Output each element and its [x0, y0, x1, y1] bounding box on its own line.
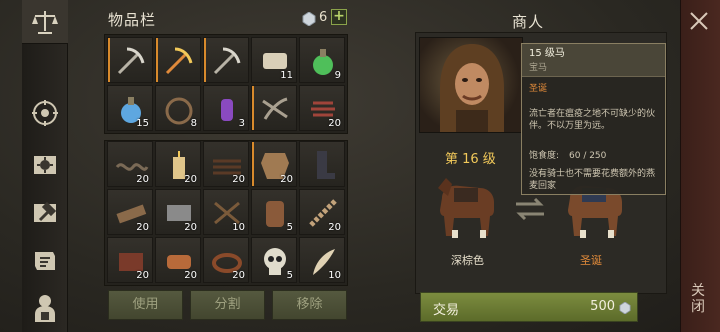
item-quantity: 20: [328, 222, 341, 233]
trade-label: 交易: [433, 303, 460, 318]
hooded-merchant-icon: [440, 44, 504, 132]
merchant-title: 商人: [512, 13, 545, 31]
item-quantity: 5: [286, 222, 293, 233]
use-button[interactable]: 使用: [108, 290, 183, 320]
item-quantity: 20: [184, 270, 197, 281]
inventory-slot[interactable]: [299, 141, 345, 187]
sidebar-item-compass[interactable]: [28, 96, 62, 130]
split-button[interactable]: 分割: [190, 290, 265, 320]
sidebar-item-skills[interactable]: [28, 148, 62, 182]
item-quantity: 11: [280, 70, 293, 81]
item-quantity: 20: [184, 174, 197, 185]
item-quantity: 10: [328, 270, 341, 281]
merchant-level: 第 16 级: [445, 152, 496, 167]
inventory-slot[interactable]: 20: [155, 237, 201, 283]
item-quantity: 20: [136, 270, 149, 281]
inventory-slot[interactable]: 20: [155, 189, 201, 235]
equipped-slot[interactable]: [251, 85, 297, 131]
inventory-slot[interactable]: 20: [251, 141, 297, 187]
horse-left-label: 深棕色: [451, 254, 484, 267]
item-quantity: 3: [238, 118, 245, 129]
compass-icon: [32, 100, 58, 126]
sidebar-item-character[interactable]: [28, 290, 62, 324]
inventory-slot[interactable]: 5: [251, 189, 297, 235]
tooltip-satiety-value: 60 / 250: [569, 151, 607, 161]
equipped-slot[interactable]: 20: [299, 85, 345, 131]
item-quantity: 20: [232, 270, 245, 281]
scroll-map-icon: [35, 252, 55, 270]
swap-arrows-icon: [516, 197, 544, 221]
equipped-slot[interactable]: 9: [299, 37, 345, 83]
equipped-grid: 11 9 15 8 3 20: [107, 37, 345, 131]
trade-button[interactable]: 交易 500: [420, 292, 638, 322]
inventory-title: 物品栏: [108, 11, 157, 29]
pickaxe-icon: [213, 47, 241, 75]
knight-icon: [35, 295, 55, 322]
item-quantity: 20: [136, 174, 149, 185]
tooltip-description: 流亡者在瘟疫之地不可缺少的伙伴。不以万里为远。: [529, 109, 656, 131]
fire-pickaxe-icon: [165, 47, 193, 75]
item-quantity: 20: [280, 174, 293, 185]
equipped-slot[interactable]: [107, 37, 153, 83]
horse-dark-brown-icon[interactable]: [428, 170, 504, 242]
inventory-slot[interactable]: 10: [299, 237, 345, 283]
close-icon[interactable]: [688, 10, 710, 32]
inventory-slot[interactable]: 5: [251, 237, 297, 283]
inventory-slot[interactable]: 20: [155, 141, 201, 187]
tooltip-category: 宝马: [529, 63, 548, 73]
tooltip-footer: 没有骑士也不需要花费额外的燕麦回家: [529, 169, 656, 191]
item-quantity: 15: [136, 118, 149, 129]
trade-price: 500: [590, 299, 615, 314]
boots-icon: [317, 151, 335, 179]
equipped-slot[interactable]: [155, 37, 201, 83]
gem-icon: [302, 12, 316, 26]
item-quantity: 20: [232, 174, 245, 185]
gem-icon: [619, 302, 631, 314]
item-quantity: 5: [286, 270, 293, 281]
item-quantity: 20: [328, 118, 341, 129]
item-quantity: 20: [136, 222, 149, 233]
crossbow-icon: [262, 97, 288, 120]
equipped-slot[interactable]: 8: [155, 85, 201, 131]
item-quantity: 10: [232, 222, 245, 233]
sidebar-item-trade[interactable]: [28, 5, 62, 39]
horse-right-label: 圣诞: [580, 254, 602, 267]
item-quantity: 9: [334, 70, 341, 81]
item-quantity: 8: [190, 118, 197, 129]
inventory-slot[interactable]: 20: [203, 141, 249, 187]
inventory-slot[interactable]: 10: [203, 189, 249, 235]
inventory-slot[interactable]: 20: [107, 237, 153, 283]
equipped-slot[interactable]: 3: [203, 85, 249, 131]
tooltip-tag: 圣诞: [529, 84, 548, 94]
tooltip-name: 15 级马: [529, 48, 565, 59]
scales-icon: [32, 11, 58, 34]
equipped-slot[interactable]: 15: [107, 85, 153, 131]
sun-book-icon: [34, 156, 56, 174]
sidebar-item-quests[interactable]: [28, 244, 62, 278]
pickaxe-icon: [117, 47, 145, 75]
add-gems-button[interactable]: +: [331, 9, 347, 25]
merchant-portrait: [419, 37, 523, 133]
inventory-slot[interactable]: 20: [299, 189, 345, 235]
item-tooltip: 15 级马 宝马 圣诞 流亡者在瘟疫之地不可缺少的伙伴。不以万里为远。 饱食度:…: [521, 43, 666, 195]
remove-button[interactable]: 移除: [272, 290, 347, 320]
equipped-slot[interactable]: 11: [251, 37, 297, 83]
inventory-slot[interactable]: 20: [203, 237, 249, 283]
hammer-icon: [34, 201, 57, 222]
gem-count: 6: [319, 10, 328, 25]
items-grid: 20 20 20 20 20 20 10 5 20 20 20 20 5 10: [107, 141, 345, 283]
left-sidebar: [22, 0, 68, 332]
tooltip-satiety-label: 饱食度:: [529, 151, 560, 161]
equipped-slot[interactable]: [203, 37, 249, 83]
inventory-slot[interactable]: 20: [107, 189, 153, 235]
close-label[interactable]: 关闭: [690, 283, 706, 315]
item-quantity: 20: [184, 222, 197, 233]
sidebar-item-crafting[interactable]: [28, 196, 62, 230]
inventory-slot[interactable]: 20: [107, 141, 153, 187]
